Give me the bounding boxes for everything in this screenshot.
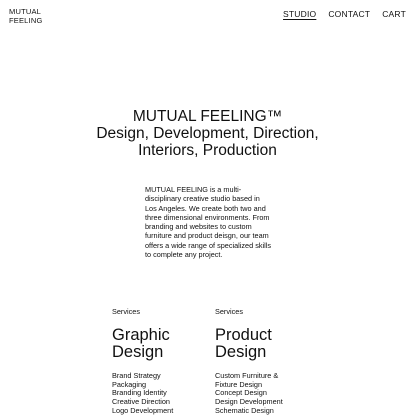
service-list: Brand Strategy Packaging Branding Identi… (112, 371, 208, 416)
nav-contact-link[interactable]: CONTACT (328, 9, 370, 19)
service-heading: Product Design (215, 327, 311, 361)
service-heading: Graphic Design (112, 327, 208, 361)
service-heading-line1: Product (215, 326, 272, 344)
studio-intro-text: MUTUAL FEELING is a multi-disciplinary c… (145, 185, 272, 260)
service-list: Custom Furniture & Fixture Design Concep… (215, 371, 311, 416)
brand-logo-line2: FEELING (9, 15, 43, 25)
services-label: Services (215, 307, 243, 316)
nav-cart-link[interactable]: CART (382, 9, 406, 19)
services-column-graphic: Services Graphic Design Brand Strategy P… (112, 307, 208, 416)
services-column-product: Services Product Design Custom Furniture… (215, 307, 311, 416)
nav-studio-link[interactable]: STUDIO (283, 9, 316, 19)
hero-title-line1: MUTUAL FEELING™ (132, 108, 283, 125)
service-heading-line2: Design (215, 343, 267, 361)
service-heading-line1: Graphic (112, 326, 170, 344)
brand-logo[interactable]: MUTUAL FEELING (9, 7, 43, 25)
hero-title-line2: Design, Development, Direction, (96, 125, 319, 142)
service-list-item: Schematic Design (215, 405, 274, 415)
service-heading-line2: Design (112, 343, 164, 361)
hero-title-line3: Interiors, Production (138, 142, 277, 159)
service-list-item: Logo Development (112, 405, 174, 415)
top-navigation: STUDIO CONTACT CART (283, 9, 406, 19)
hero-title: MUTUAL FEELING™ Design, Development, Dir… (0, 108, 415, 159)
services-label: Services (112, 307, 140, 316)
